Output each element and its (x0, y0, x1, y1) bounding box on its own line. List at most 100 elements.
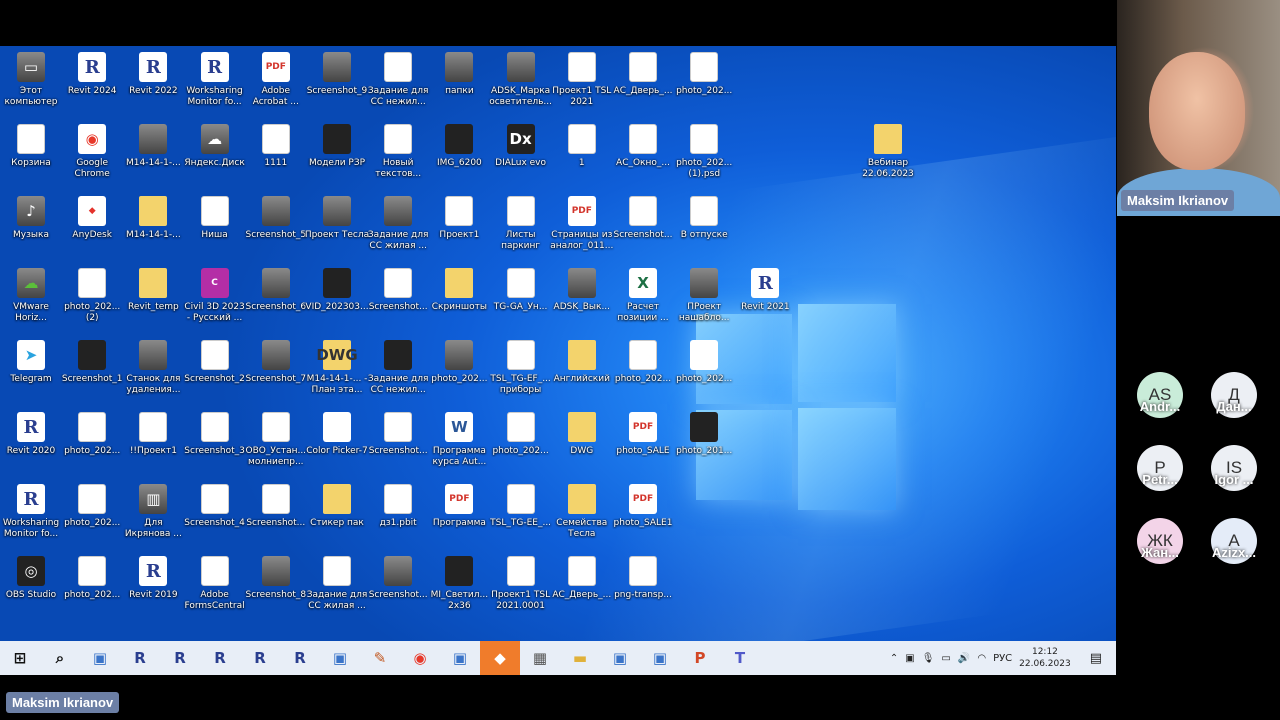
desktop-icon[interactable]: Screenshot... (612, 196, 674, 241)
desktop-icon[interactable]: TG-GA_Ун... (490, 268, 552, 313)
taskbar-anydesk-button[interactable]: ◆ (480, 641, 520, 675)
desktop-icon[interactable]: IMG_6200 (428, 124, 490, 169)
desktop-icon[interactable]: photo_202... (2) (61, 268, 123, 324)
taskbar-folder-button[interactable]: ▬ (560, 641, 600, 675)
taskbar-revit-button[interactable]: R (240, 641, 280, 675)
desktop-icon[interactable]: Screenshot_1 (61, 340, 123, 385)
desktop-icon[interactable]: R Revit 2022 (122, 52, 184, 97)
desktop-icon[interactable]: Screenshot... (367, 556, 429, 601)
desktop-icon[interactable]: photo_202... (61, 556, 123, 601)
desktop-icon[interactable]: Задание для СС нежил... (367, 52, 429, 108)
taskbar-app-button[interactable]: ▣ (440, 641, 480, 675)
desktop-icon[interactable]: папки (428, 52, 490, 97)
desktop-icon[interactable]: Screenshot_5 (245, 196, 307, 241)
desktop-icon[interactable]: Проект1 TSL 2021.0001 (490, 556, 552, 612)
desktop-icon[interactable]: M14-14-1-... (122, 124, 184, 169)
desktop-icon[interactable]: Проект1 (428, 196, 490, 241)
participant-tile[interactable]: P Petr... (1124, 445, 1196, 491)
chevron-up-icon[interactable]: ⌃ (890, 653, 898, 664)
desktop-icon[interactable]: M14-14-1-... (122, 196, 184, 241)
desktop-icon[interactable]: Dx DIALux evo (490, 124, 552, 169)
desktop-icon[interactable]: В отпуске (673, 196, 735, 241)
clock[interactable]: 12:12 22.06.2023 (1019, 646, 1071, 670)
desktop-icon[interactable]: Revit_temp (122, 268, 184, 313)
desktop-icon[interactable]: PDF Adobe Acrobat ... (245, 52, 307, 108)
desktop-icon[interactable]: Станок для удаления... (122, 340, 184, 396)
desktop-icon[interactable]: Скриншоты (428, 268, 490, 313)
desktop-icon[interactable]: АС_Дверь_... (551, 556, 613, 601)
self-video-tile[interactable] (1117, 0, 1280, 216)
desktop-icon[interactable]: дз1.pbit (367, 484, 429, 529)
taskbar-teams-button[interactable]: T (720, 641, 760, 675)
desktop-icon[interactable]: ПРоект нашабло... (673, 268, 735, 324)
desktop-icon[interactable]: Стикер пак (306, 484, 368, 529)
desktop-icon[interactable]: Adobe FormsCentral (184, 556, 246, 612)
desktop-icon-webinar[interactable]: Вебинар 22.06.2023 (857, 124, 919, 180)
taskbar-calculator-button[interactable]: ▦ (520, 641, 560, 675)
desktop[interactable]: ▭ Этот компьютер R Revit 2024 R Revit 2022 R Wo… (0, 46, 1116, 642)
desktop-icon[interactable]: R Revit 2020 (0, 412, 62, 457)
desktop-icon[interactable]: ◉ Google Chrome (61, 124, 123, 180)
taskbar-app-button[interactable]: ▣ (640, 641, 680, 675)
desktop-icon[interactable]: Задание для СС нежил... (367, 340, 429, 396)
desktop-icon[interactable]: W Программа курса Aut... (428, 412, 490, 468)
desktop-icon[interactable]: TSL_TG-EF_... приборы (490, 340, 552, 396)
desktop-icon[interactable]: C Civil 3D 2023 - Русский ... (184, 268, 246, 324)
desktop-icon[interactable]: ☁ Яндекс.Диск (184, 124, 246, 169)
desktop-icon[interactable]: ● photo_202... (673, 340, 735, 385)
desktop-icon[interactable]: Новый текстов... (367, 124, 429, 180)
desktop-icon[interactable]: ОВО_Устан... молниепр... (245, 412, 307, 468)
desktop-icon[interactable]: Screenshot... (245, 484, 307, 529)
desktop-icon[interactable]: АС_Дверь_... (612, 52, 674, 97)
language-indicator[interactable]: РУС (993, 653, 1012, 664)
desktop-icon[interactable]: X Расчет позиции ... (612, 268, 674, 324)
desktop-icon[interactable]: ● Color Picker-7 (306, 412, 368, 457)
notification-icon[interactable]: ▤ (1090, 651, 1102, 666)
desktop-icon[interactable]: PDF photo_SALE1 (612, 484, 674, 529)
desktop-icon[interactable]: ♪ Музыка (0, 196, 62, 241)
taskbar-revit-button[interactable]: R (200, 641, 240, 675)
participant-tile[interactable]: IS Igor ... (1198, 445, 1270, 491)
desktop-icon[interactable]: ADSK_Марка осветитель... (489, 52, 552, 108)
desktop-icon[interactable]: DWG (551, 412, 613, 457)
desktop-icon[interactable]: Задание для СС жилая ... (306, 556, 368, 612)
desktop-icon[interactable]: Screenshot_2 (184, 340, 246, 385)
microphone-icon[interactable]: 🎙 (922, 653, 935, 664)
desktop-icon[interactable]: Задание для СС жилая ... (367, 196, 429, 252)
desktop-icon[interactable]: ▭ Этот компьютер (0, 52, 62, 108)
desktop-icon[interactable]: Screenshot_7 (245, 340, 307, 385)
taskbar-paint-button[interactable]: ✎ (360, 641, 400, 675)
desktop-icon[interactable]: Листы паркинг (490, 196, 552, 252)
desktop-icon[interactable]: Проект1 TSL 2021 (551, 52, 613, 108)
desktop-icon[interactable]: photo_202... (428, 340, 490, 385)
desktop-icon[interactable]: 🗑 Корзина (0, 124, 62, 169)
desktop-icon[interactable]: photo_202... (490, 412, 552, 457)
desktop-icon[interactable]: Модели РЗР (306, 124, 368, 169)
desktop-icon[interactable]: Screenshot_8 (245, 556, 307, 601)
battery-icon[interactable]: ▭ (941, 653, 950, 664)
desktop-icon[interactable]: photo_202... (61, 484, 123, 529)
desktop-icon[interactable]: Семейства Тесла (551, 484, 613, 540)
desktop-icon[interactable]: Screenshot_6 (245, 268, 307, 313)
participant-tile[interactable]: ЖК Жан... (1124, 518, 1196, 564)
desktop-icon[interactable]: Screenshot_4 (184, 484, 246, 529)
desktop-icon[interactable]: Screenshot... (367, 268, 429, 313)
desktop-icon[interactable]: АС_Окно_... (612, 124, 674, 169)
desktop-icon[interactable]: png-transp... (612, 556, 674, 601)
desktop-icon[interactable]: photo_201... (673, 412, 735, 457)
desktop-icon[interactable]: ➤ Telegram (0, 340, 62, 385)
desktop-icon[interactable]: 1 (551, 124, 613, 169)
taskbar-search-button[interactable]: ⌕ (40, 641, 80, 675)
desktop-icon[interactable]: VID_202303... (305, 268, 369, 313)
participant-tile[interactable]: A Azizx... (1198, 518, 1270, 564)
desktop-icon[interactable]: R Revit 2021 (734, 268, 796, 313)
desktop-icon[interactable]: Ниша (184, 196, 246, 241)
desktop-icon[interactable]: !!Проект1 (122, 412, 184, 457)
desktop-icon[interactable]: MI_Светил... 2x36 (428, 556, 490, 612)
taskbar-start-button[interactable]: ⊞ (0, 641, 40, 675)
taskbar-chrome-button[interactable]: ◉ (400, 641, 440, 675)
desktop-icon[interactable]: PDF Страницы из аналог_011... (550, 196, 613, 252)
taskbar-revit-button[interactable]: R (160, 641, 200, 675)
desktop-icon[interactable]: Screenshot_3 (184, 412, 246, 457)
taskbar-revit-button[interactable]: R (120, 641, 160, 675)
